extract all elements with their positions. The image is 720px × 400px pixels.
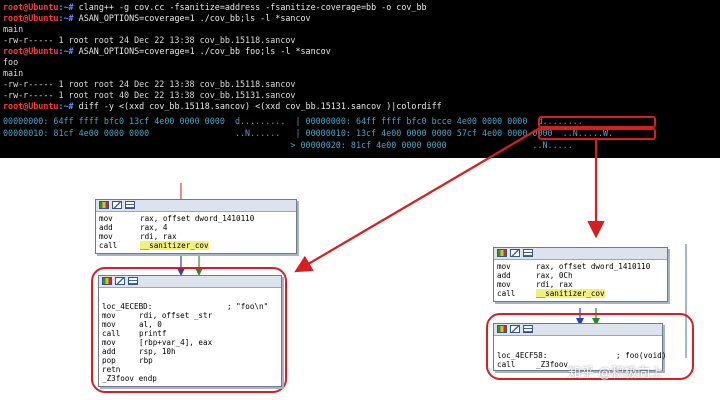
sanitizer-call[interactable]: __sanitizer_cov [536, 289, 605, 298]
asm-op: call [102, 329, 121, 338]
terminal-line: root@Ubuntu:~# diff -y <(xxd cov_bb.1511… [3, 101, 442, 111]
block-toolbar [99, 276, 281, 288]
asm-op: call [497, 360, 516, 369]
asm-op: pop [102, 356, 116, 365]
asm-args: rdi, rax [536, 280, 573, 289]
asm-op: add [497, 271, 511, 280]
diff-highlight-box [538, 128, 656, 140]
diff-line: > 00000020: 81cf 4e00 0000 0000 ..N..... [3, 140, 573, 150]
asm-args: rax, offset dword_1410110 [140, 214, 255, 223]
asm-op: call [497, 289, 516, 298]
terminal-output: -rw-r----- 1 root root 24 Dec 22 13:38 c… [3, 79, 296, 89]
asm-label: loc_4ECF58: [497, 351, 548, 360]
edit-icon[interactable] [115, 277, 125, 285]
asm-op: call [99, 241, 118, 250]
sanitizer-call[interactable]: __sanitizer_cov [140, 241, 209, 250]
asm-args: rdi, rax [140, 232, 177, 241]
shell-path: :~# [58, 101, 74, 111]
terminal-output: main [3, 24, 24, 34]
edit-icon[interactable] [510, 249, 520, 257]
shell-path: :~# [58, 2, 74, 12]
graph-view-icon[interactable] [497, 325, 507, 333]
shell-command: ASAN_OPTIONS=coverage=1 ./cov_bb;ls -l *… [73, 13, 311, 23]
block-toolbar [494, 248, 667, 260]
asm-op: mov [497, 262, 511, 271]
watermark: 知乎 @积极向上 [568, 366, 664, 381]
asm-op: mov [99, 232, 113, 241]
asm-op: add [99, 223, 113, 232]
asm-args: _Z3foov [536, 360, 569, 369]
graph-view-icon[interactable] [497, 249, 507, 257]
terminal-output: -rw-r----- 1 root root 24 Dec 22 13:38 c… [3, 35, 296, 45]
edit-icon[interactable] [112, 201, 122, 209]
list-view-icon[interactable] [128, 277, 138, 285]
asm-args: rsp, 10h [139, 347, 176, 356]
asm-endp: _Z3foov endp [102, 374, 157, 383]
ida-basic-block[interactable]: loc_4ECEBD: ; "foo\n" mov rdi, offset _s… [98, 275, 282, 387]
asm-comment: ; foo(void) [616, 351, 667, 360]
asm-args: rdi, offset _str [139, 311, 213, 320]
list-view-icon[interactable] [523, 325, 533, 333]
asm-args: printf [139, 329, 167, 338]
graph-view-icon[interactable] [99, 201, 109, 209]
asm-args: rbp [139, 356, 153, 365]
asm-args: rax, 4 [140, 223, 168, 232]
shell-command: diff -y <(xxd cov_bb.15118.sancov) <(xxd… [73, 101, 442, 111]
shell-command: clang++ -g cov.cc -fsanitize=address -fs… [73, 2, 427, 12]
diff-line: 00000000: 64ff ffff bfc0 13cf 4e00 0000 … [3, 116, 583, 126]
terminal-output: foo [3, 57, 19, 67]
ida-basic-block[interactable]: mov rax, offset dword_1410110 add rax, 0… [493, 247, 668, 302]
terminal-window[interactable]: root@Ubuntu:~# clang++ -g cov.cc -fsanit… [0, 0, 720, 158]
asm-label: loc_4ECEBD: [102, 302, 153, 311]
asm-op: mov [102, 311, 116, 320]
terminal-line: root@Ubuntu:~# ASAN_OPTIONS=coverage=1 .… [3, 13, 311, 23]
list-view-icon[interactable] [125, 201, 135, 209]
shell-path: :~# [58, 46, 74, 56]
shell-prompt: root@Ubuntu [3, 46, 59, 56]
terminal-output: main [3, 68, 24, 78]
asm-comment: ; "foo\n" [227, 302, 269, 311]
ida-basic-block[interactable]: mov rax, offset dword_1410110 add rax, 4… [95, 199, 297, 254]
block-toolbar [96, 200, 296, 212]
asm-op: mov [102, 338, 116, 347]
terminal-line: root@Ubuntu:~# clang++ -g cov.cc -fsanit… [3, 2, 427, 12]
shell-prompt: root@Ubuntu [3, 2, 59, 12]
terminal-line: root@Ubuntu:~# ASAN_OPTIONS=coverage=1 .… [3, 46, 331, 56]
asm-op: add [102, 347, 116, 356]
diff-highlight-box [538, 116, 656, 128]
asm-op: retn [102, 365, 121, 374]
asm-args: [rbp+var_4], eax [139, 338, 213, 347]
asm-args: al, 0 [139, 320, 162, 329]
asm-op: mov [102, 320, 116, 329]
block-toolbar [494, 324, 662, 336]
list-view-icon[interactable] [523, 249, 533, 257]
shell-prompt: root@Ubuntu [3, 13, 59, 23]
asm-args: rax, 0Ch [536, 271, 573, 280]
terminal-output: -rw-r----- 1 root root 40 Dec 22 13:38 c… [3, 90, 296, 100]
asm-op: mov [497, 280, 511, 289]
asm-args: rax, offset dword_1410110 [536, 262, 651, 271]
shell-path: :~# [58, 13, 74, 23]
graph-view-icon[interactable] [102, 277, 112, 285]
shell-command: ASAN_OPTIONS=coverage=1 ./cov_bb foo;ls … [73, 46, 331, 56]
asm-op: mov [99, 214, 113, 223]
diff-line: 00000010: 81cf 4e00 0000 0000 ..N...... … [3, 128, 614, 138]
shell-prompt: root@Ubuntu [3, 101, 59, 111]
edit-icon[interactable] [510, 325, 520, 333]
